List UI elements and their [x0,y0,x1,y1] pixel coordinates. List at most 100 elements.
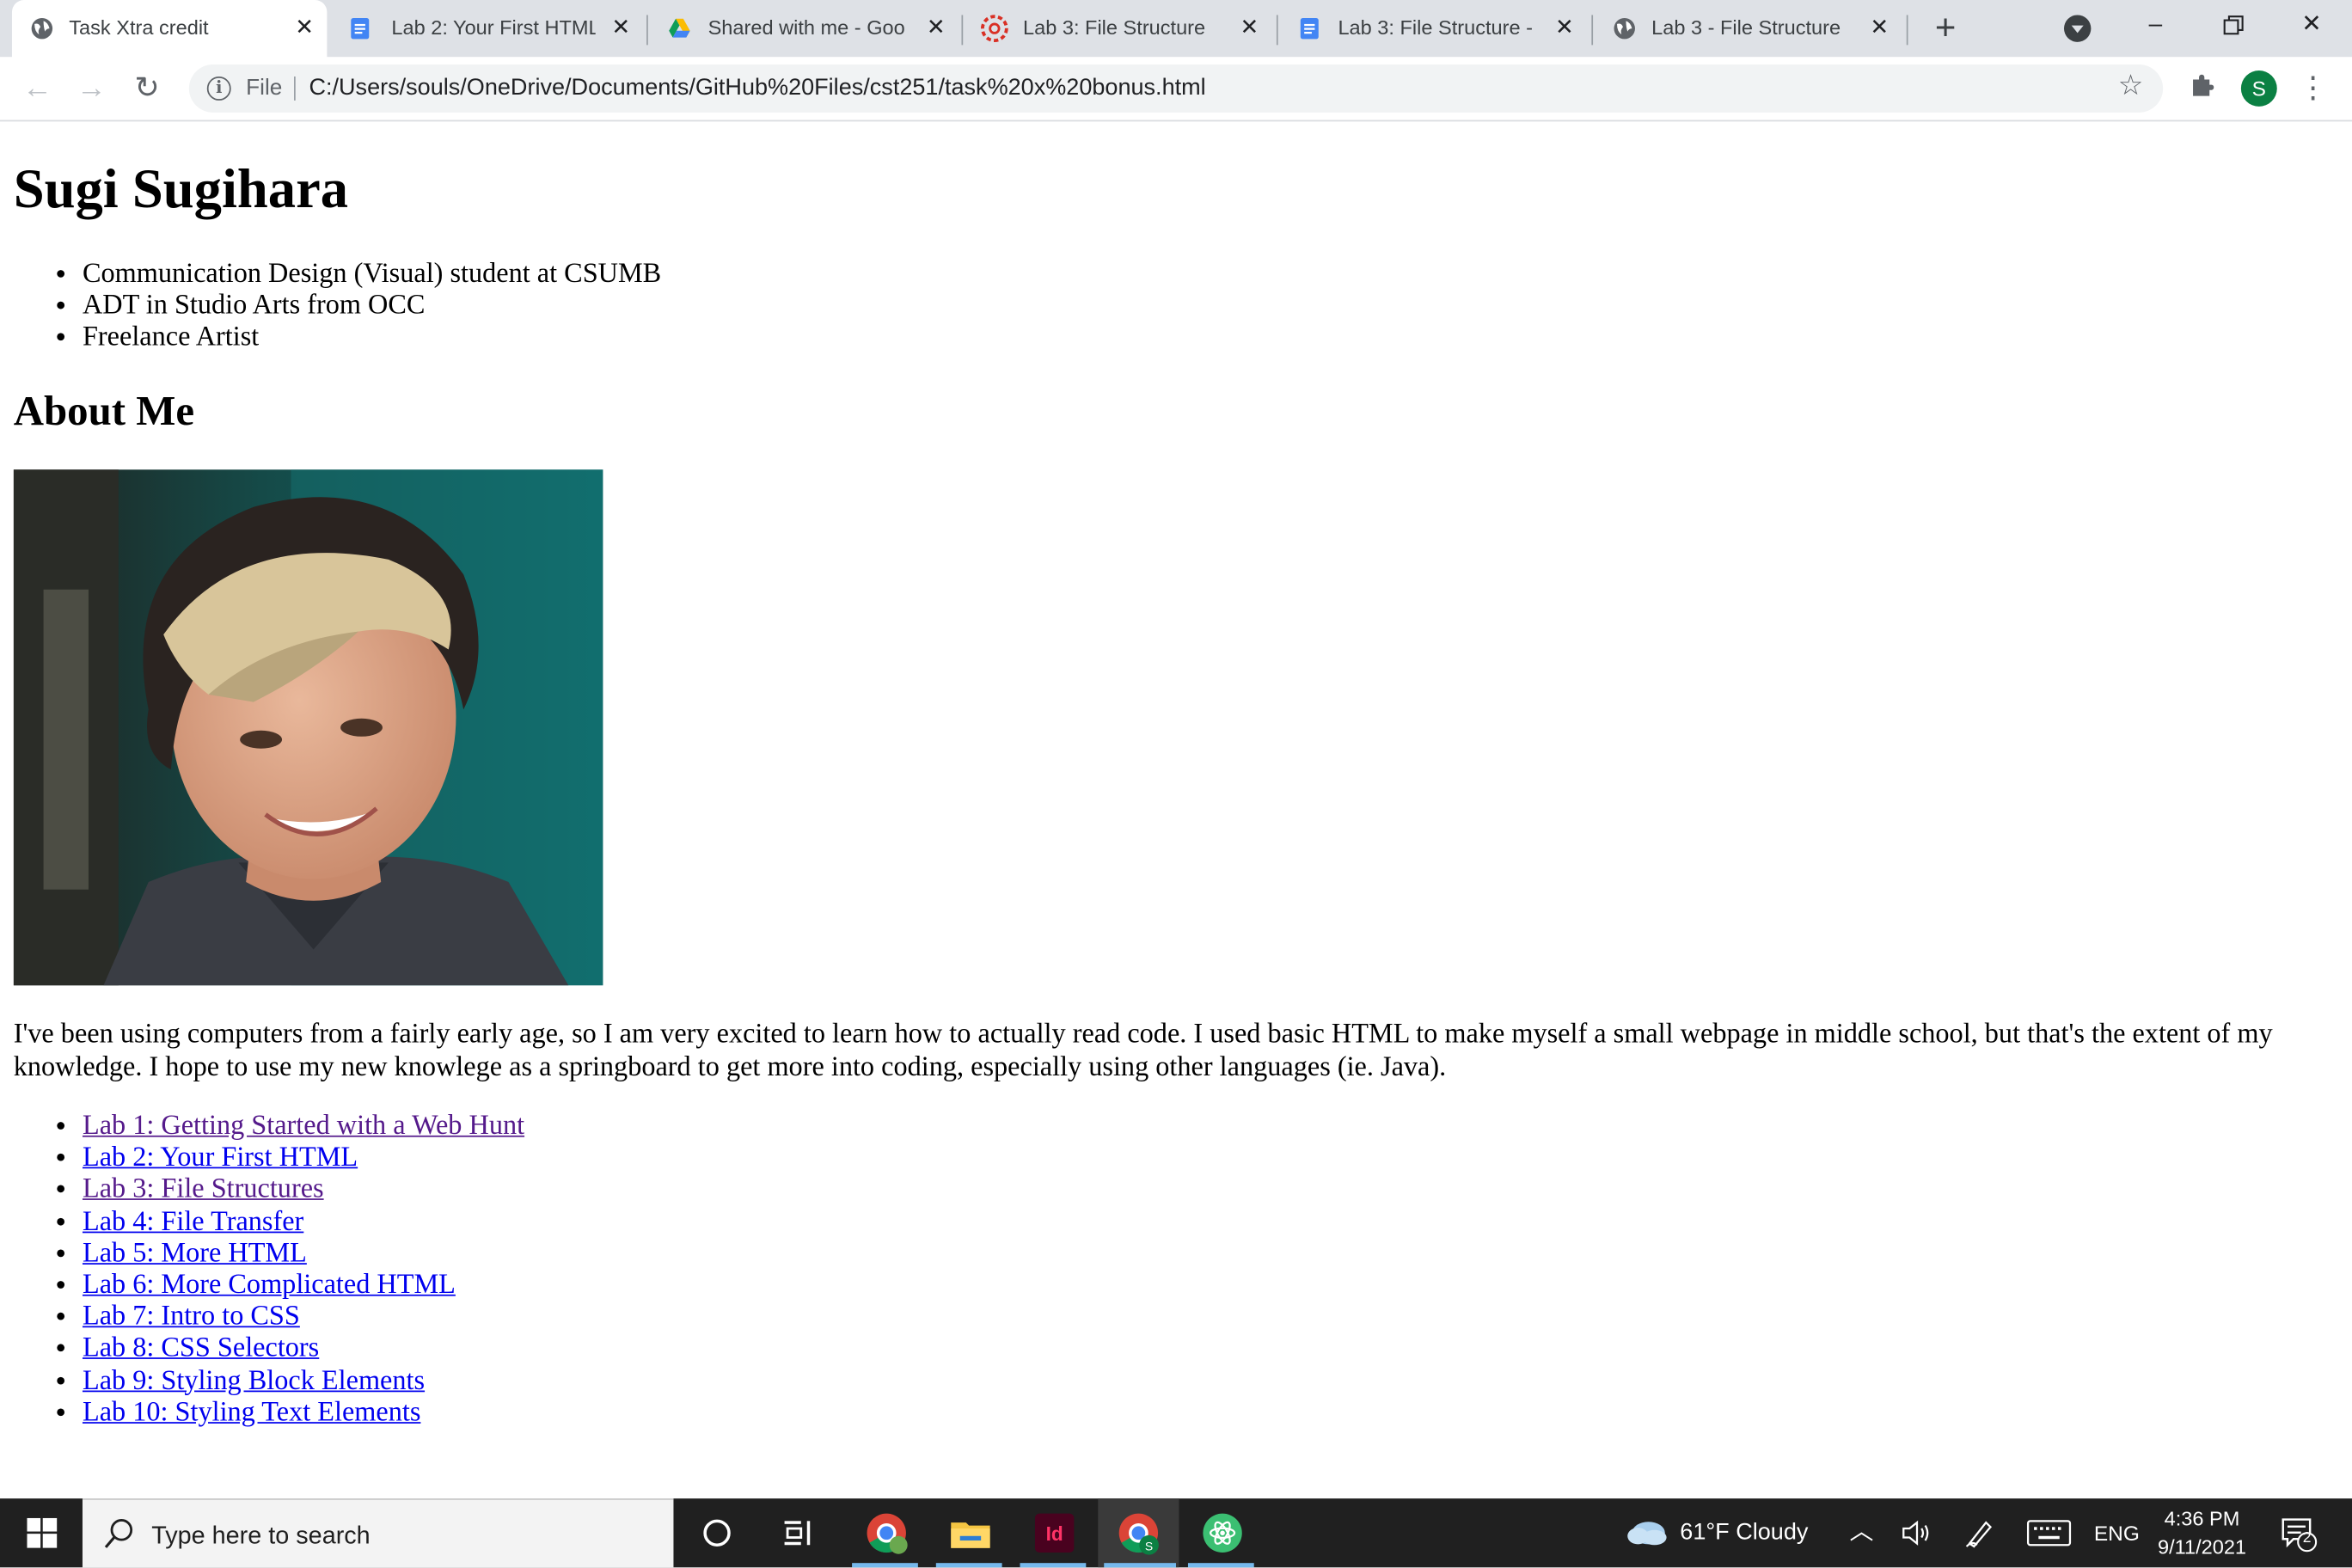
facts-list: Communication Design (Visual) student at… [83,260,661,355]
file-explorer-icon[interactable] [946,1509,995,1557]
new-tab-button[interactable]: + [1926,9,1964,47]
running-indicator [1020,1563,1087,1568]
running-indicator [1187,1563,1254,1568]
svg-text:Id: Id [1046,1522,1063,1545]
running-indicator [1104,1563,1177,1568]
list-item: Lab 2: Your First HTML [83,1143,524,1175]
list-item: Lab 1: Getting Started with a Web Hunt [83,1112,524,1143]
close-tab-icon[interactable]: ✕ [922,15,949,41]
forward-button[interactable]: → [72,69,111,107]
list-item: Lab 8: CSS Selectors [83,1334,524,1366]
list-item: Lab 3: File Structures [83,1175,524,1207]
start-button[interactable] [0,1498,83,1567]
profile-photo [13,469,603,986]
input-language[interactable]: ENG [2094,1498,2140,1567]
tab-lab-3-page[interactable]: Lab 3 - File Structure ✕ [1593,0,1908,57]
restore-icon [2223,15,2244,35]
lab-link[interactable]: Lab 8: CSS Selectors [83,1334,319,1364]
tab-task-xtra-credit[interactable]: Task Xtra credit ✕ [11,0,328,60]
tab-lab-3-doc[interactable]: Lab 3: File Structure - ( ✕ [1278,0,1593,57]
tab-title: Lab 3: File Structure [1023,16,1206,40]
close-tab-icon[interactable]: ✕ [291,15,318,41]
volume-icon[interactable] [1901,1520,1931,1547]
clock-time: 4:36 PM [2164,1507,2240,1530]
address-bar[interactable]: i File C:/Users/souls/OneDrive/Documents… [188,64,2164,113]
lab-link[interactable]: Lab 9: Styling Block Elements [83,1366,425,1396]
lab-link[interactable]: Lab 6: More Complicated HTML [83,1271,456,1301]
labs-link-list: Lab 1: Getting Started with a Web Hunt L… [83,1112,524,1430]
bookmark-star-icon[interactable]: ☆ [2118,71,2144,102]
running-indicator [852,1563,918,1568]
extensions-puzzle-icon[interactable] [2187,72,2217,102]
tab-lab-3-file-structure[interactable]: Lab 3: File Structure ✕ [963,0,1277,57]
windows-taskbar: Type here to search Id S 61°F Cloudy ︿ E… [0,1498,2352,1568]
notification-count: 2 [2302,1529,2312,1547]
browser-toolbar: ← → ↻ i File C:/Users/souls/OneDrive/Doc… [0,57,2352,122]
csumb-logo-icon [980,15,1008,43]
lab-link[interactable]: Lab 10: Styling Text Elements [83,1398,420,1428]
search-icon [104,1519,133,1548]
tab-lab-2-doc[interactable]: Lab 2: Your First HTML ✕ [327,0,641,57]
close-window-button[interactable]: ✕ [2289,6,2334,45]
cloud-weather-icon [1627,1522,1667,1546]
list-item: Lab 6: More Complicated HTML [83,1271,524,1302]
reload-button[interactable]: ↻ [127,69,166,107]
keyboard-icon[interactable] [2026,1520,2072,1547]
google-docs-icon [1300,17,1319,40]
google-docs-icon [351,17,370,40]
weather-text[interactable]: 61°F Cloudy [1680,1498,1808,1567]
lab-link[interactable]: Lab 2: Your First HTML [83,1143,358,1173]
chrome-taskbar-icon[interactable] [862,1509,910,1557]
browser-menu-button[interactable]: ⋮ [2298,69,2328,107]
list-item: Lab 5: More HTML [83,1239,524,1271]
list-item: Communication Design (Visual) student at… [83,260,661,291]
tab-search-button[interactable] [2063,15,2092,42]
close-tab-icon[interactable]: ✕ [1866,15,1893,41]
task-view-icon[interactable] [774,1509,822,1557]
profile-avatar[interactable]: S [2240,70,2277,107]
chrome-profile-taskbar-icon[interactable]: S [1114,1509,1162,1557]
lab-link[interactable]: Lab 7: Intro to CSS [83,1302,300,1332]
tab-title: Shared with me - Goo [707,16,905,40]
list-item: Lab 10: Styling Text Elements [83,1398,524,1430]
list-item: Lab 7: Intro to CSS [83,1302,524,1334]
svg-text:S: S [1145,1539,1153,1553]
close-tab-icon[interactable]: ✕ [1551,15,1577,41]
cortana-icon[interactable] [693,1509,741,1557]
puzzle-icon [2193,74,2214,96]
google-drive-icon [669,18,690,38]
address-separator [294,76,296,101]
chevron-up-icon[interactable]: ︿ [1849,1498,1873,1567]
list-item: ADT in Studio Arts from OCC [83,291,661,323]
site-info-icon[interactable]: i [206,76,231,101]
list-item: Lab 9: Styling Block Elements [83,1366,524,1398]
page-title: Sugi Sugihara [13,158,349,221]
close-tab-icon[interactable]: ✕ [608,15,634,41]
tab-title: Lab 3: File Structure - ( [1338,16,1540,40]
close-tab-icon[interactable]: ✕ [1236,15,1263,41]
indesign-icon[interactable]: Id [1031,1509,1079,1557]
clock-date: 9/11/2021 [2157,1535,2247,1559]
tab-title: Task Xtra credit [69,16,209,40]
screen: Task Xtra credit ✕ Lab 2: Your First HTM… [0,0,2352,1568]
tab-google-drive[interactable]: Shared with me - Goo ✕ [648,0,963,57]
bio-paragraph: I've been using computers from a fairly … [13,1020,2273,1082]
lab-link[interactable]: Lab 1: Getting Started with a Web Hunt [83,1112,524,1142]
back-button[interactable]: ← [18,69,57,107]
tab-title: Lab 3 - File Structure [1651,16,1841,40]
tab-title: Lab 2: Your First HTML [391,16,596,40]
lab-link[interactable]: Lab 4: File Transfer [83,1207,303,1237]
list-item: Lab 4: File Transfer [83,1207,524,1239]
system-clock[interactable]: 4:36 PM 9/11/2021 [2136,1504,2269,1561]
lab-link[interactable]: Lab 3: File Structures [83,1175,324,1205]
address-url[interactable]: C:/Users/souls/OneDrive/Documents/GitHub… [309,75,1205,101]
address-scheme-label: File [246,75,283,101]
restore-button[interactable] [2211,6,2256,45]
lab-link[interactable]: Lab 5: More HTML [83,1239,307,1269]
list-item: Freelance Artist [83,323,661,355]
taskbar-search-box[interactable]: Type here to search [82,1498,674,1568]
atom-editor-icon[interactable] [1198,1509,1246,1557]
web-page: Sugi Sugihara Communication Design (Visu… [0,123,2352,1499]
minimize-button[interactable]: – [2133,6,2177,45]
pen-ink-icon[interactable] [1963,1516,1996,1549]
